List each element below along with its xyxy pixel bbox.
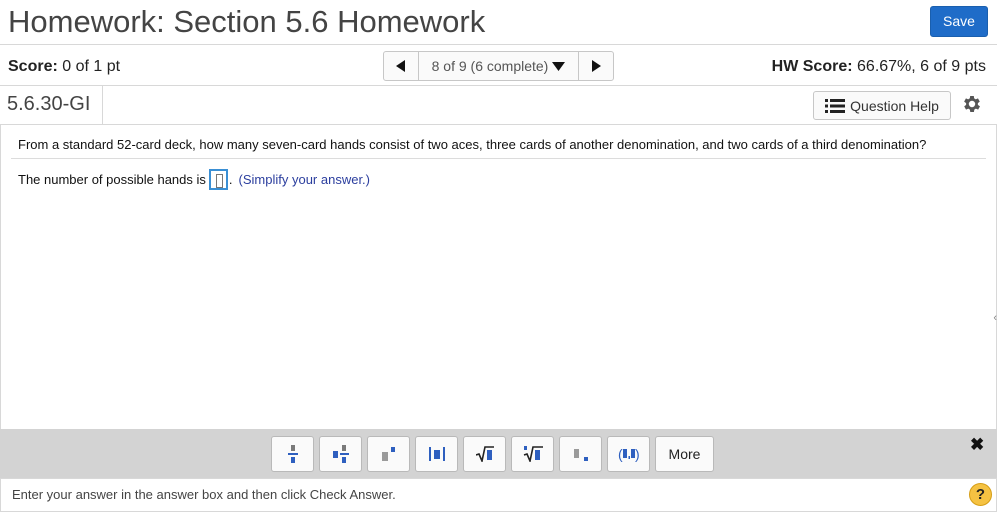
decimal-button[interactable]	[559, 436, 602, 472]
close-icon[interactable]: ✖	[970, 435, 984, 455]
ordered-pair-button[interactable]: ()	[607, 436, 650, 472]
chevron-left-icon	[396, 60, 405, 72]
score-bar: Score: 0 of 1 pt 8 of 9 (6 complete) HW …	[0, 46, 997, 86]
nth-root-button[interactable]	[511, 436, 554, 472]
question-id: 5.6.30-GI	[0, 86, 103, 124]
svg-text:(: (	[618, 446, 623, 462]
gear-icon[interactable]	[961, 93, 983, 115]
more-tools-button[interactable]: More	[655, 436, 714, 472]
question-selector[interactable]: 8 of 9 (6 complete)	[418, 52, 579, 80]
nth-root-icon	[523, 446, 543, 462]
question-navigator: 8 of 9 (6 complete)	[383, 51, 614, 81]
answer-hint: (Simplify your answer.)	[238, 172, 370, 187]
fraction-icon	[287, 445, 298, 463]
save-button[interactable]: Save	[930, 6, 988, 37]
fraction-button[interactable]	[271, 436, 314, 472]
chevron-right-icon	[592, 60, 601, 72]
absolute-value-button[interactable]	[415, 436, 458, 472]
exponent-button[interactable]	[367, 436, 410, 472]
decimal-icon	[573, 449, 588, 461]
next-question-button[interactable]	[579, 52, 613, 80]
square-root-icon	[475, 446, 494, 462]
answer-prefix: The number of possible hands is	[18, 172, 206, 187]
answer-line: The number of possible hands is . (Simpl…	[18, 169, 370, 190]
question-help-label: Question Help	[850, 97, 939, 114]
page-title: Homework: Section 5.6 Homework	[8, 4, 486, 39]
ordered-pair-icon: ()	[618, 446, 640, 462]
title-bar: Homework: Section 5.6 Homework Save	[0, 0, 997, 45]
question-score: Score: 0 of 1 pt	[8, 58, 120, 76]
status-message: Enter your answer in the answer box and …	[12, 487, 396, 502]
mixed-number-button[interactable]	[319, 436, 362, 472]
question-prompt: From a standard 52-card deck, how many s…	[18, 137, 927, 152]
hw-score: HW Score: 66.67%, 6 of 9 pts	[772, 58, 986, 76]
list-icon	[825, 98, 846, 113]
svg-text:): )	[635, 446, 640, 462]
side-arrow-icon[interactable]: ‹	[993, 312, 997, 324]
question-help-button[interactable]: Question Help	[813, 91, 951, 120]
square-root-button[interactable]	[463, 436, 506, 472]
hw-score-value: 66.67%, 6 of 9 pts	[857, 58, 986, 75]
previous-question-button[interactable]	[384, 52, 418, 80]
homework-page: Homework: Section 5.6 Homework Save Scor…	[0, 0, 997, 512]
math-tools: () More	[271, 436, 714, 472]
question-position: 8 of 9 (6 complete)	[431, 58, 549, 74]
mixed-number-icon	[332, 445, 349, 463]
status-bar: Enter your answer in the answer box and …	[0, 478, 997, 512]
question-id-bar: 5.6.30-GI Question Help	[0, 86, 997, 124]
help-icon[interactable]: ?	[969, 483, 992, 506]
math-toolbar: () More ✖	[0, 429, 997, 478]
question-content: From a standard 52-card deck, how many s…	[0, 124, 997, 429]
divider	[11, 158, 986, 159]
answer-input[interactable]	[208, 169, 228, 190]
exponent-icon	[381, 447, 395, 461]
answer-suffix: .	[228, 172, 233, 187]
caret-down-icon	[552, 61, 566, 71]
score-value: 0 of 1 pt	[62, 58, 121, 75]
score-label: Score:	[8, 58, 58, 75]
hw-score-label: HW Score:	[771, 58, 853, 75]
absolute-value-icon	[428, 447, 445, 461]
